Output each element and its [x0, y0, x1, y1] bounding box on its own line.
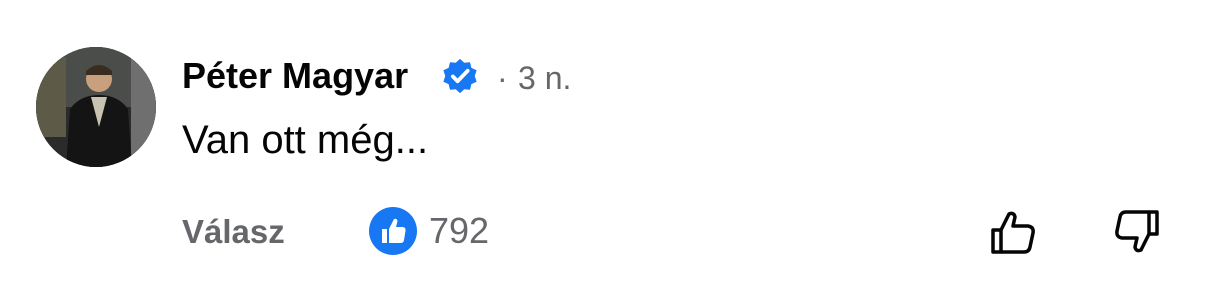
like-count[interactable]: 792	[429, 209, 489, 253]
separator-dot: ·	[497, 60, 508, 96]
author-name[interactable]: Péter Magyar	[182, 54, 408, 98]
comment-text: Van ott még...	[182, 118, 429, 162]
timestamp[interactable]: 3 n.	[518, 56, 571, 100]
thumbs-down-outline-icon[interactable]	[1110, 206, 1162, 258]
like-reaction-icon[interactable]	[369, 207, 417, 255]
reply-button[interactable]: Válasz	[182, 210, 285, 254]
verified-badge-icon	[443, 58, 477, 94]
avatar[interactable]	[36, 47, 156, 167]
thumbs-up-outline-icon[interactable]	[988, 206, 1040, 258]
avatar-photo	[36, 47, 156, 167]
